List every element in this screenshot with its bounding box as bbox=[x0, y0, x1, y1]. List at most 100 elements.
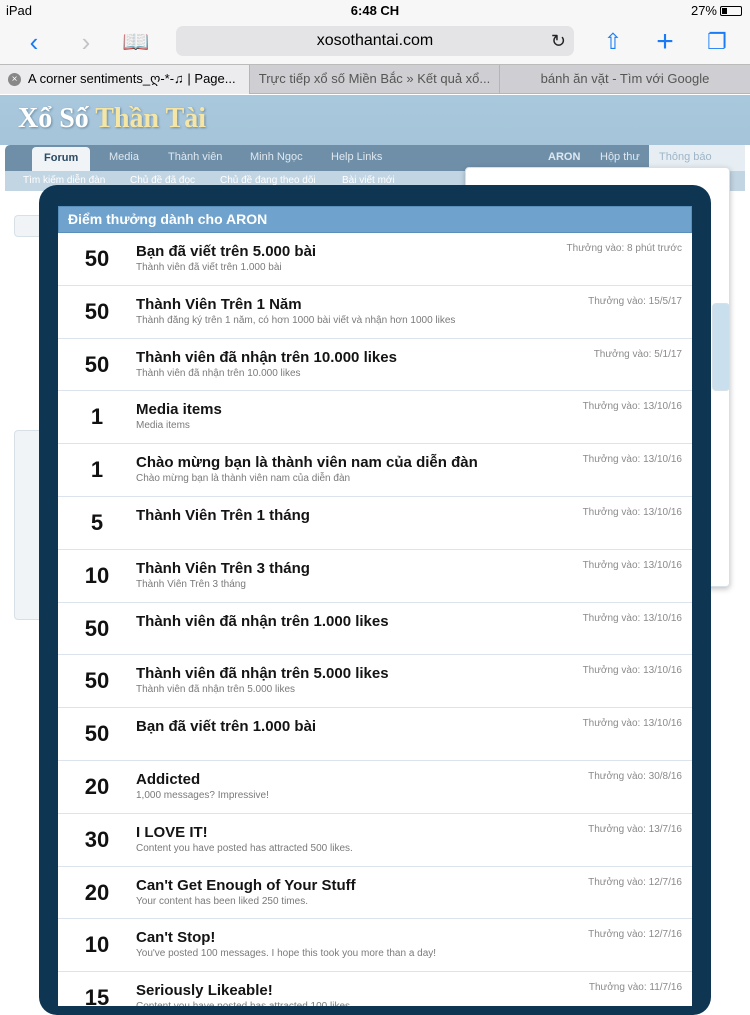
reload-icon[interactable]: ↻ bbox=[551, 26, 566, 56]
trophy-date: Thưởng vào: 13/10/16 bbox=[582, 506, 682, 518]
tab-label: bánh ăn vặt - Tìm với Google bbox=[540, 71, 710, 86]
trophy-row: 50 Thành viên đã nhận trên 1.000 likes T… bbox=[58, 603, 692, 656]
trophy-description: You've posted 100 messages. I hope this … bbox=[136, 948, 437, 960]
trophy-title: Thành Viên Trên 1 Năm bbox=[136, 295, 302, 313]
new-tab-icon[interactable]: + bbox=[649, 26, 681, 58]
trophy-points: 10 bbox=[84, 562, 110, 588]
forward-icon[interactable]: › bbox=[70, 26, 102, 58]
trophy-row: 50 Thành Viên Trên 1 Năm Thành đăng ký t… bbox=[58, 286, 692, 339]
address-bar[interactable]: xosothantai.com ↻ bbox=[176, 26, 574, 56]
trophy-date: Thưởng vào: 8 phút trước bbox=[566, 243, 682, 254]
tab-active[interactable]: × A corner sentiments_ღ-*-♫ | Page... bbox=[0, 65, 249, 94]
trophy-date: Thưởng vào: 13/10/16 bbox=[582, 665, 682, 677]
trophy-list: 50 Bạn đã viết trên 5.000 bài Thành viên… bbox=[58, 233, 692, 1006]
trophy-date: Thưởng vào: 5/1/17 bbox=[593, 348, 682, 360]
trophy-date: Thưởng vào: 13/7/16 bbox=[588, 823, 682, 835]
trophy-title: I LOVE IT! bbox=[136, 823, 208, 841]
tab-3[interactable]: bánh ăn vặt - Tìm với Google bbox=[499, 65, 750, 94]
nav-members[interactable]: Thành viên bbox=[168, 151, 222, 163]
trophy-description: Thành Viên Trên 3 tháng bbox=[136, 578, 246, 590]
trophy-row: 50 Bạn đã viết trên 1.000 bài Thưởng vào… bbox=[58, 708, 692, 761]
battery-indicator: 27% bbox=[691, 3, 742, 18]
trophy-points: 50 bbox=[84, 351, 110, 377]
nav-inbox[interactable]: Hộp thư bbox=[600, 151, 640, 163]
trophy-row: 50 Bạn đã viết trên 5.000 bài Thành viên… bbox=[58, 233, 692, 286]
tabs-icon[interactable]: ❐ bbox=[701, 26, 733, 58]
trophy-row: 20 Addicted 1,000 messages? Impressive! … bbox=[58, 761, 692, 814]
trophy-description: Content you have posted has attracted 50… bbox=[136, 842, 353, 854]
trophy-date: Thưởng vào: 13/10/16 bbox=[582, 559, 682, 571]
trophy-description: Thành viên đã nhận trên 10.000 likes bbox=[136, 367, 301, 379]
nav-minhngoc[interactable]: Minh Ngọc bbox=[250, 151, 303, 163]
site-banner: Xổ Số Thần Tài bbox=[0, 95, 750, 145]
tab-bar: × A corner sentiments_ღ-*-♫ | Page... Tr… bbox=[0, 64, 750, 94]
trophy-title: Thành viên đã nhận trên 1.000 likes bbox=[136, 612, 389, 630]
trophy-date: Thưởng vào: 12/7/16 bbox=[588, 929, 682, 941]
trophy-points: 20 bbox=[84, 879, 110, 905]
trophy-title: Bạn đã viết trên 1.000 bài bbox=[136, 718, 317, 736]
trophy-date: Thưởng vào: 13/10/16 bbox=[582, 454, 682, 466]
trophy-row: 50 Thành viên đã nhận trên 5.000 likes T… bbox=[58, 655, 692, 709]
trophy-points: 5 bbox=[90, 509, 104, 535]
trophy-points: 50 bbox=[84, 721, 110, 747]
trophy-modal: Điểm thưởng dành cho ARON 50 Bạn đã viết… bbox=[58, 206, 692, 1006]
trophy-row: 30 I LOVE IT! Content you have posted ha… bbox=[58, 814, 692, 867]
battery-icon bbox=[720, 6, 742, 16]
url-text: xosothantai.com bbox=[316, 32, 434, 49]
trophy-row: 15 Seriously Likeable! Content you have … bbox=[58, 972, 692, 1006]
trophy-row: 1 Chào mừng bạn là thành viên nam của di… bbox=[58, 444, 692, 497]
trophy-date: Thưởng vào: 11/7/16 bbox=[588, 982, 682, 994]
logo-text-a: Xổ Số bbox=[18, 103, 89, 134]
trophy-points: 50 bbox=[84, 298, 110, 324]
nav-help[interactable]: Help Links bbox=[331, 151, 382, 163]
trophy-title: Thành viên đã nhận trên 5.000 likes bbox=[136, 665, 389, 683]
trophy-date: Thưởng vào: 12/7/16 bbox=[588, 876, 682, 888]
trophy-description: Chào mừng bạn là thành viên nam của diễn… bbox=[136, 473, 351, 485]
nav-media[interactable]: Media bbox=[109, 151, 139, 163]
close-tab-icon[interactable]: × bbox=[8, 73, 21, 86]
battery-percent: 27% bbox=[690, 3, 717, 18]
share-icon[interactable]: ⇧ bbox=[597, 26, 629, 58]
trophy-title: Thành viên đã nhận trên 10.000 likes bbox=[136, 348, 397, 366]
trophy-points: 15 bbox=[84, 985, 110, 1006]
trophy-date: Thưởng vào: 15/5/17 bbox=[588, 295, 682, 307]
trophy-row: 5 Thành Viên Trên 1 tháng Thưởng vào: 13… bbox=[58, 497, 692, 550]
nav-user[interactable]: ARON bbox=[548, 151, 580, 163]
trophy-date: Thưởng vào: 13/10/16 bbox=[582, 718, 682, 730]
trophy-description: Media items bbox=[136, 420, 190, 432]
clock: 6:48 CH bbox=[350, 3, 400, 18]
trophy-date: Thưởng vào: 30/8/16 bbox=[588, 770, 682, 782]
back-icon[interactable]: ‹ bbox=[18, 26, 50, 58]
trophy-description: Thành viên đã nhận trên 5.000 likes bbox=[136, 684, 295, 696]
trophy-description: Content you have posted has attracted 10… bbox=[136, 1001, 353, 1006]
trophy-points: 50 bbox=[84, 615, 110, 641]
trophy-row: 1 Media items Media items Thưởng vào: 13… bbox=[58, 391, 692, 445]
trophy-points: 50 bbox=[84, 668, 110, 694]
status-bar: iPad 6:48 CH 27% bbox=[0, 0, 750, 20]
trophy-title: Bạn đã viết trên 5.000 bài bbox=[136, 243, 317, 260]
trophy-points: 50 bbox=[84, 246, 110, 271]
trophy-row: 50 Thành viên đã nhận trên 10.000 likes … bbox=[58, 339, 692, 392]
trophy-row: 10 Thành Viên Trên 3 tháng Thành Viên Tr… bbox=[58, 550, 692, 603]
trophy-title: Seriously Likeable! bbox=[136, 982, 273, 1000]
nav-forum[interactable]: Forum bbox=[32, 147, 91, 171]
tab-2[interactable]: Trực tiếp xổ số Miền Bắc » Kết quả xổ... bbox=[249, 65, 499, 94]
logo-text-b: Thần Tài bbox=[95, 103, 207, 134]
trophy-title: Can't Stop! bbox=[136, 929, 216, 947]
trophy-points: 30 bbox=[84, 826, 110, 852]
trophy-title: Addicted bbox=[136, 770, 201, 788]
trophy-points: 1 bbox=[90, 457, 104, 483]
site-logo[interactable]: Xổ Số Thần Tài bbox=[18, 103, 206, 135]
trophy-points: 10 bbox=[84, 932, 110, 958]
trophy-date: Thưởng vào: 13/10/16 bbox=[582, 612, 682, 624]
tab-label: Trực tiếp xổ số Miền Bắc » Kết quả xổ... bbox=[258, 71, 491, 86]
bookmarks-icon[interactable]: 📖 bbox=[120, 26, 152, 58]
trophy-title: Thành Viên Trên 1 tháng bbox=[136, 506, 310, 524]
ad-box bbox=[712, 303, 730, 391]
trophy-row: 20 Can't Get Enough of Your Stuff Your c… bbox=[58, 867, 692, 920]
trophy-points: 1 bbox=[90, 404, 104, 430]
trophy-description: Thành đăng ký trên 1 năm, có hơn 1000 bà… bbox=[136, 314, 456, 326]
trophy-description: 1,000 messages? Impressive! bbox=[136, 789, 269, 801]
tab-label: A corner sentiments_ღ-*-♫ | Page... bbox=[28, 71, 236, 86]
trophy-points: 20 bbox=[84, 773, 110, 799]
